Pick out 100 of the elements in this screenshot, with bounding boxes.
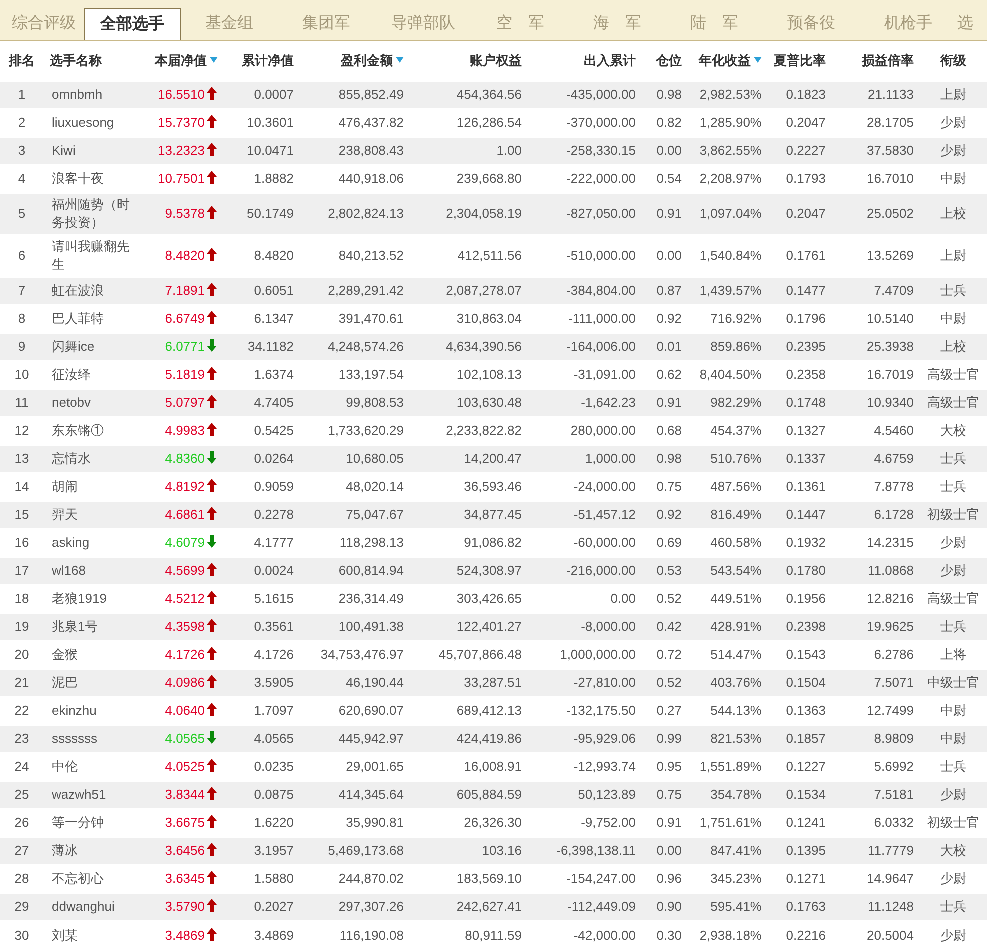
equity-cell: 34,877.45 [464,507,522,522]
profit-cell: 2,802,824.13 [328,206,404,222]
equity-cell: 16,008.91 [464,759,522,774]
inflow-outflow-cell: -132,175.50 [566,703,636,718]
column-header[interactable]: 排名 [0,41,44,81]
equity-cell: 45,707,866.48 [438,647,522,662]
annual-return-cell: 1,751.61% [700,815,762,830]
net-value-cell: 3.6345 [165,871,205,886]
cumulative-value-cell: 1.7097 [254,703,294,718]
column-header[interactable]: 年化收益 [688,41,768,81]
net-value-cell: 4.0640 [165,703,205,718]
column-header[interactable]: 衔级 [920,41,987,81]
net-value-cell: 4.1726 [165,647,205,662]
category-tab[interactable]: 全部选手 [84,8,181,40]
sharpe-ratio-cell: 0.1543 [786,647,826,662]
sharpe-ratio-cell: 0.1227 [786,759,826,774]
inflow-outflow-cell: 1,000.00 [585,451,636,466]
inflow-outflow-cell: -6,398,138.11 [556,843,636,858]
sharpe-ratio-cell: 0.1337 [786,451,826,466]
rank-cell: 30 [14,928,30,943]
rank-title-cell: 少尉 [940,535,966,550]
cumulative-value-cell: 0.9059 [254,479,294,494]
rank-cell: 25 [14,787,30,802]
sharpe-ratio-cell: 0.1447 [786,507,826,522]
profit-loss-ratio-cell: 6.2786 [874,647,914,662]
profit-loss-ratio-cell: 4.5460 [874,423,914,438]
annual-return-cell: 821.53% [710,731,762,746]
rank-title-cell: 初级士官 [928,507,980,522]
equity-cell: 103.16 [482,843,522,858]
rank-cell: 7 [18,283,26,298]
column-header[interactable]: 盈利金额 [300,41,410,81]
column-header[interactable]: 本届净值 [142,41,224,81]
rank-cell: 9 [18,339,26,354]
rank-cell: 15 [14,507,30,522]
annual-return-cell: 403.76% [710,675,762,690]
player-name-cell: wl168 [52,563,86,578]
profit-cell: 2,289,291.42 [328,283,404,298]
profit-loss-ratio-cell: 7.8778 [874,479,914,494]
rank-title-cell: 中尉 [940,311,966,326]
column-header[interactable]: 夏普比率 [768,41,832,81]
position-cell: 0.98 [656,87,682,102]
player-name-cell: 中伦 [52,759,78,774]
rank-title-cell: 中尉 [940,171,966,186]
inflow-outflow-cell: -51,457.12 [574,507,636,522]
player-name-cell: 金猴 [52,647,78,662]
column-header[interactable]: 损益倍率 [832,41,920,81]
rank-title-cell: 士兵 [940,759,966,774]
rank-title-cell: 少尉 [940,115,966,130]
annual-return-cell: 487.56% [710,479,762,494]
player-name-cell: 虹在波浪 [52,283,104,298]
rank-cell: 2 [18,115,26,130]
net-value-cell: 5.0797 [165,395,205,410]
profit-cell: 600,814.94 [338,563,404,578]
position-cell: 0.92 [656,311,682,326]
rank-cell: 5 [18,206,26,222]
column-header[interactable]: 选手名称 [44,41,142,81]
cumulative-value-cell: 3.4869 [254,928,294,943]
equity-cell: 242,627.41 [456,899,522,914]
player-name-cell: ekinzhu [52,703,97,718]
inflow-outflow-cell: -154,247.00 [566,871,636,886]
player-name-cell: 浪客十夜 [52,171,104,186]
column-header[interactable]: 出入累计 [528,41,642,81]
inflow-outflow-cell: -9,752.00 [581,815,636,830]
net-value-cell: 16.5510 [158,87,205,102]
cumulative-value-cell: 6.1347 [254,311,294,326]
sharpe-ratio-cell: 0.2358 [786,367,826,382]
annual-return-cell: 1,097.04% [700,206,762,222]
profit-loss-ratio-cell: 19.9625 [867,619,914,634]
profit-loss-ratio-cell: 4.6759 [874,451,914,466]
player-name-cell: netobv [52,395,92,410]
sort-triangle-icon [396,57,404,64]
column-header[interactable]: 仓位 [642,41,688,81]
inflow-outflow-cell: -1,642.23 [581,395,636,410]
profit-cell: 238,808.43 [338,143,404,158]
inflow-outflow-cell: -27,810.00 [574,675,636,690]
sharpe-ratio-cell: 0.1271 [786,871,826,886]
rank-cell: 6 [18,248,26,264]
profit-cell: 35,990.81 [346,815,404,830]
sharpe-ratio-cell: 0.2047 [786,206,826,222]
annual-return-cell: 1,285.90% [700,115,762,130]
net-value-cell: 4.8360 [165,451,205,466]
equity-cell: 103,630.48 [456,395,522,410]
rank-title-cell: 士兵 [940,899,966,914]
cumulative-value-cell: 0.0235 [254,759,294,774]
rank-title-cell: 少尉 [940,143,966,158]
player-name-cell: 羿天 [52,507,78,522]
equity-cell: 1.00 [496,143,522,158]
profit-cell: 116,190.08 [340,928,404,943]
rank-cell: 3 [18,143,26,158]
sharpe-ratio-cell: 0.1748 [786,395,826,410]
sharpe-ratio-cell: 0.2227 [786,143,826,158]
inflow-outflow-cell: -370,000.00 [566,115,636,130]
position-cell: 0.00 [656,143,682,158]
cumulative-value-cell: 0.3561 [254,619,294,634]
player-name-cell: 请叫我赚翻先生 [52,239,130,272]
sharpe-ratio-cell: 0.1327 [786,423,826,438]
column-header[interactable]: 累计净值 [224,41,300,81]
cumulative-value-cell: 4.0565 [254,731,294,746]
column-header[interactable]: 账户权益 [410,41,528,81]
equity-cell: 122,401.27 [456,619,522,634]
